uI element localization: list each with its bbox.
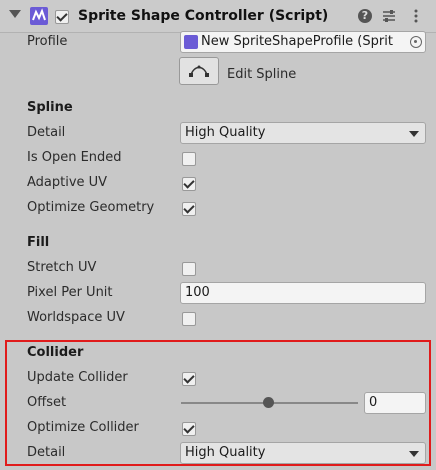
offset-slider-thumb[interactable] [263, 397, 274, 408]
edit-spline-button[interactable] [179, 57, 219, 85]
object-picker-icon[interactable] [410, 36, 422, 48]
pixel-per-unit-input[interactable]: 100 [180, 282, 426, 304]
presets-icon[interactable] [381, 8, 397, 24]
optimize-collider-checkbox[interactable] [182, 422, 196, 436]
offset-label: Offset [27, 395, 67, 410]
kebab-menu-icon[interactable] [408, 8, 424, 24]
adaptive-uv-label: Adaptive UV [27, 175, 108, 190]
fill-section-title: Fill [27, 235, 50, 250]
optimize-collider-label: Optimize Collider [27, 420, 139, 435]
profile-object-field[interactable]: New SpriteShapeProfile (Sprit [180, 31, 426, 53]
collider-section-title: Collider [27, 345, 84, 360]
profile-value: New SpriteShapeProfile (Sprit [201, 34, 393, 49]
optimize-geometry-checkbox[interactable] [182, 202, 196, 216]
component-header[interactable]: Sprite Shape Controller (Script) ? [0, 0, 436, 33]
chevron-down-icon [409, 131, 419, 137]
spline-detail-value: High Quality [185, 125, 266, 140]
collider-detail-dropdown[interactable]: High Quality [180, 442, 426, 464]
collider-detail-label: Detail [27, 445, 66, 460]
sprite-shape-profile-icon [184, 35, 198, 49]
spline-detail-label: Detail [27, 125, 66, 140]
adaptive-uv-checkbox[interactable] [182, 177, 196, 191]
sprite-shape-controller-inspector: Sprite Shape Controller (Script) ? Profi… [0, 0, 436, 470]
component-enabled-checkbox[interactable] [55, 10, 69, 24]
update-collider-checkbox[interactable] [182, 372, 196, 386]
edit-spline-label: Edit Spline [227, 67, 297, 82]
spline-section-title: Spline [27, 100, 73, 115]
sprite-shape-controller-icon [30, 7, 48, 25]
collider-detail-value: High Quality [185, 445, 266, 460]
pixel-per-unit-label: Pixel Per Unit [27, 285, 113, 300]
foldout-arrow-icon[interactable] [9, 10, 21, 18]
stretch-uv-checkbox[interactable] [182, 262, 196, 276]
bezier-curve-icon [189, 65, 209, 77]
chevron-down-icon [409, 451, 419, 457]
spline-detail-dropdown[interactable]: High Quality [180, 122, 426, 144]
component-title: Sprite Shape Controller (Script) [78, 8, 329, 24]
profile-label: Profile [27, 34, 68, 49]
worldspace-uv-label: Worldspace UV [27, 310, 125, 325]
optimize-geometry-label: Optimize Geometry [27, 200, 155, 215]
stretch-uv-label: Stretch UV [27, 260, 97, 275]
update-collider-label: Update Collider [27, 370, 128, 385]
worldspace-uv-checkbox[interactable] [182, 312, 196, 326]
is-open-ended-checkbox[interactable] [182, 152, 196, 166]
offset-input[interactable]: 0 [364, 392, 426, 414]
is-open-ended-label: Is Open Ended [27, 150, 122, 165]
help-icon[interactable]: ? [358, 9, 372, 23]
